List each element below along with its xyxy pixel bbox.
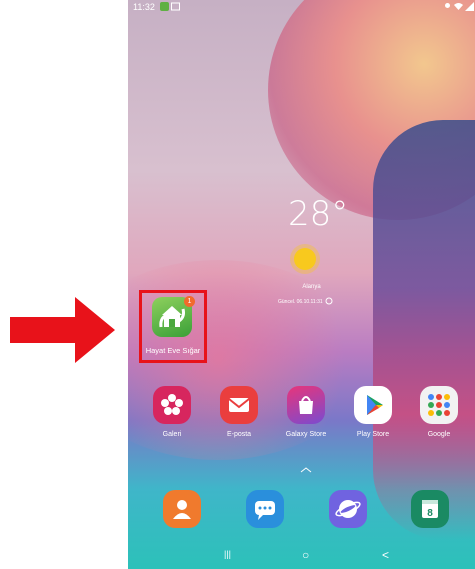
phone-screen: 11:32 28° Alanya Güncel. 06.10.11:31 1 H… [128, 0, 475, 569]
calendar-icon[interactable]: 8 [411, 490, 449, 528]
hayat-eve-sigar-label: Hayat Eve Sığar [145, 346, 201, 355]
email-icon [220, 386, 258, 424]
recents-button[interactable]: ||| [224, 549, 231, 559]
app-label: Galaxy Store [285, 431, 327, 438]
refresh-icon[interactable] [325, 297, 333, 305]
google-folder-icon [420, 386, 458, 424]
image-notification-icon [171, 2, 180, 11]
app-drawer-chevron-icon[interactable] [300, 467, 312, 473]
notification-badge: 1 [184, 296, 195, 307]
app-label: E-posta [226, 431, 252, 438]
home-button[interactable]: ○ [302, 548, 309, 562]
wifi-icon [454, 3, 463, 10]
app-e-posta[interactable]: E-posta [209, 386, 269, 438]
play-store-icon [354, 386, 392, 424]
back-button[interactable]: < [382, 548, 389, 562]
app-play-store[interactable]: Play Store [343, 386, 403, 438]
calendar-day: 8 [427, 508, 433, 519]
contacts-icon[interactable] [163, 490, 201, 528]
app-label: Play Store [356, 431, 390, 438]
sun-icon [294, 248, 316, 270]
signal-icon [465, 2, 474, 11]
app-google-folder[interactable]: Google [409, 386, 469, 438]
messages-icon[interactable] [246, 490, 284, 528]
gallery-icon [153, 386, 191, 424]
location-icon [445, 3, 450, 8]
app-label: Google [427, 431, 451, 438]
status-bar: 11:32 [128, 0, 475, 14]
weather-updated: Güncel. 06.10.11:31 [278, 299, 323, 305]
app-label: Galeri [162, 431, 182, 438]
notification-icon [160, 2, 169, 11]
app-galaxy-store[interactable]: Galaxy Store [276, 386, 336, 438]
wallpaper-shape [373, 120, 475, 540]
galaxy-store-icon [287, 386, 325, 424]
status-time: 11:32 [133, 2, 155, 12]
weather-temperature: 28° [288, 194, 349, 234]
internet-icon[interactable] [329, 490, 367, 528]
app-galeri[interactable]: Galeri [142, 386, 202, 438]
pointer-arrow-icon [10, 297, 115, 363]
